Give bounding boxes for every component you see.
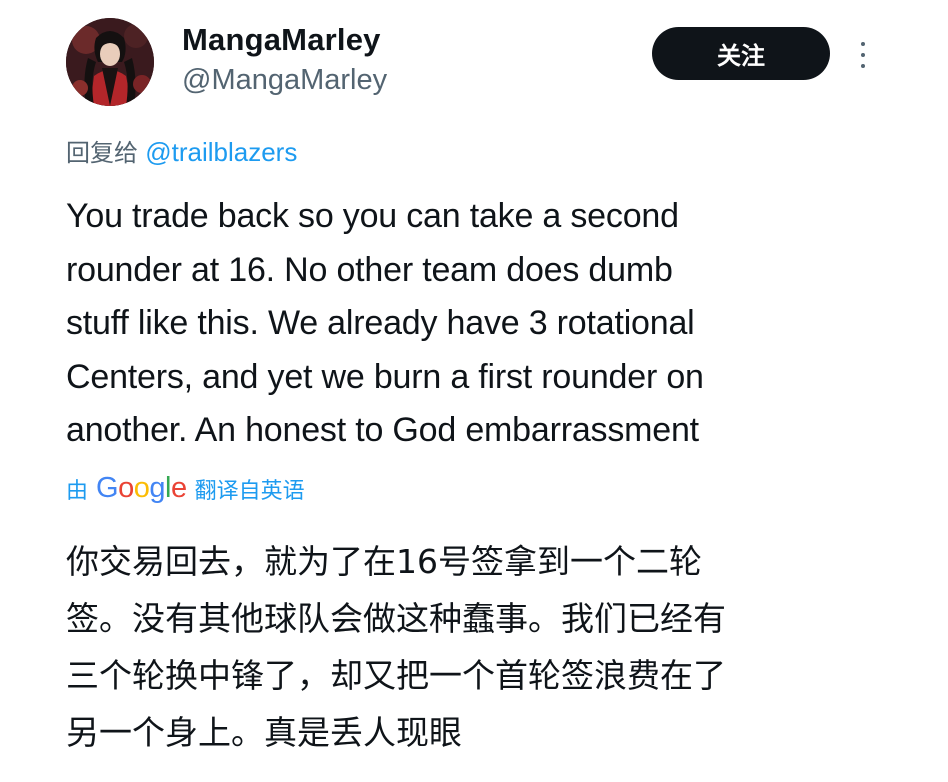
avatar[interactable] (66, 18, 154, 106)
translated-text-line: 你交易回去，就为了在16号签拿到一个二轮 (66, 542, 702, 581)
translation-attribution: 由 Google 翻译自英语 (66, 472, 305, 505)
more-vertical-icon[interactable] (856, 40, 870, 70)
tweet-text-line: rounder at 16. No other team does dumb (66, 250, 673, 289)
tweet-text-line: another. An honest to God embarrassment (66, 411, 699, 449)
translated-text-line: 签。没有其他球队会做这种蠢事。我们已经有 (66, 599, 726, 638)
tweet-text-line: You trade back so you can take a second (66, 197, 679, 235)
author-name[interactable]: MangaMarley (182, 22, 381, 58)
google-logo-letter: g (149, 472, 165, 504)
reply-to-line: 回复给 @trailblazers (66, 133, 297, 168)
translated-text-line: 另一个身上。真是丢人现眼 (66, 713, 462, 752)
tweet-text-line: Centers, and yet we burn a first rounder… (66, 357, 704, 396)
google-logo-letter: o (133, 472, 150, 504)
translation-source-label[interactable]: 翻译自英语 (195, 473, 305, 505)
anime-character-avatar-icon (66, 18, 154, 106)
author-handle[interactable]: @MangaMarley (182, 64, 387, 97)
follow-button[interactable]: 关注 (652, 27, 830, 80)
tweet-post: MangaMarley @MangaMarley 关注 回复给 @trailbl… (0, 0, 948, 782)
google-logo-letter: G (96, 472, 119, 504)
google-logo-letter: e (170, 472, 187, 504)
tweet-text: You trade back so you can take a second … (66, 190, 926, 458)
translation-prefix: 由 (66, 478, 89, 504)
google-logo-letter: o (118, 472, 134, 504)
tweet-text-line: stuff like this. We already have 3 rotat… (66, 304, 695, 342)
reply-target-link[interactable]: @trailblazers (145, 137, 297, 167)
translated-text: 你交易回去，就为了在16号签拿到一个二轮 签。没有其他球队会做这种蠢事。我们已经… (66, 533, 926, 761)
reply-prefix: 回复给 (66, 139, 138, 167)
google-logo[interactable]: Google (96, 472, 187, 505)
translated-text-line: 三个轮换中锋了，却又把一个首轮签浪费在了 (66, 656, 726, 695)
